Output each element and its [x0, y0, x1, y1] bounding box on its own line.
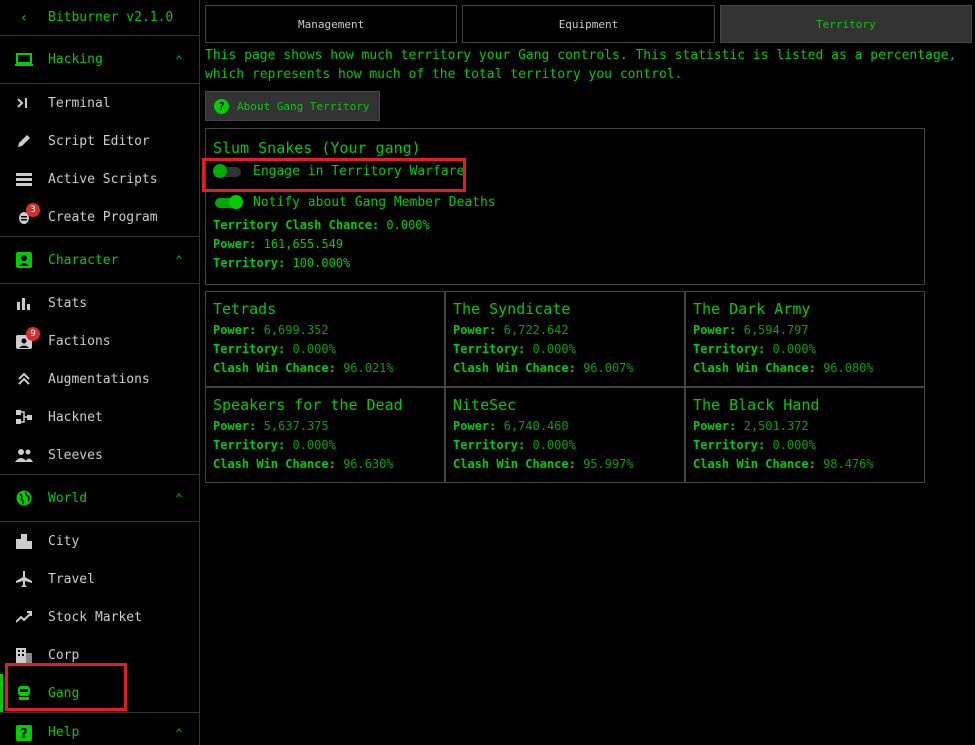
gang-power: 6,740.460 [503, 419, 569, 433]
list-icon [0, 172, 48, 186]
notification-badge: 9 [26, 327, 40, 341]
gang-clash: 96.630% [343, 457, 394, 471]
gang-name: Tetrads [213, 300, 277, 318]
pencil-icon [0, 133, 48, 149]
about-button-label: About Gang Territory [237, 99, 370, 113]
sidebar-item-sleeves[interactable]: Sleeves [0, 436, 199, 474]
sidebar-section-help[interactable]: ? Help ⌃ [0, 712, 199, 745]
airplane-icon [0, 571, 48, 587]
double-chevron-up-icon [0, 372, 48, 386]
own-power-value: 161,655.549 [263, 237, 344, 251]
gang-highlight-box [5, 663, 127, 711]
main-content: Management Equipment Territory This page… [202, 0, 975, 745]
own-gang-name: Slum Snakes (Your gang) [213, 139, 421, 157]
sidebar-item-city[interactable]: City [0, 522, 199, 560]
notification-badge: 3 [26, 203, 40, 217]
app-title: Bitburner v2.1.0 [48, 10, 174, 25]
notify-deaths-label: Notify about Gang Member Deaths [253, 194, 496, 210]
gang-power: 6,722.642 [503, 323, 569, 337]
about-gang-territory-button[interactable]: ? About Gang Territory [205, 91, 380, 121]
chevron-up-icon: ⌃ [175, 253, 183, 267]
sidebar-section-world[interactable]: World ⌃ [0, 474, 199, 522]
help-icon: ? [0, 724, 48, 741]
gang-name: The Dark Army [693, 300, 811, 318]
gang-name: Speakers for the Dead [213, 396, 403, 414]
gang-clash: 96.080% [823, 361, 874, 375]
gang-power: 5,637.375 [263, 419, 329, 433]
sidebar-item-terminal[interactable]: Terminal [0, 84, 199, 122]
gang-power: 2,501.372 [743, 419, 809, 433]
gang-card: The Dark Army Power: 6,594.797 Territory… [685, 291, 925, 387]
sidebar-header: ‹ Bitburner v2.1.0 [0, 0, 199, 36]
sidebar: ‹ Bitburner v2.1.0 Hacking ⌃ Terminal Sc… [0, 0, 200, 745]
clash-chance-value: 0.000% [386, 218, 430, 232]
gang-clash: 96.021% [343, 361, 394, 375]
sidebar-section-hacking[interactable]: Hacking ⌃ [0, 36, 199, 84]
sidebar-item-factions[interactable]: 9 Factions [0, 322, 199, 360]
account-box-icon [0, 252, 48, 268]
svg-text:?: ? [20, 727, 28, 741]
bug-icon: 3 [0, 203, 48, 225]
help-circle-icon: ? [214, 98, 229, 114]
gang-card: Tetrads Power: 6,699.352 Territory: 0.00… [205, 291, 445, 387]
gang-clash: 98.476% [823, 457, 874, 471]
rival-gangs-grid: Tetrads Power: 6,699.352 Territory: 0.00… [205, 291, 925, 483]
gang-territory: 0.000% [772, 342, 816, 356]
globe-icon [0, 490, 48, 506]
gang-name: The Black Hand [693, 396, 820, 414]
gang-power: 6,594.797 [743, 323, 809, 337]
own-territory-value: 100.000% [292, 256, 351, 270]
gang-card: NiteSec Power: 6,740.460 Territory: 0.00… [445, 387, 685, 483]
gang-territory: 0.000% [532, 342, 576, 356]
gang-territory: 0.000% [772, 438, 816, 452]
gang-name: The Syndicate [453, 300, 571, 318]
sidebar-item-hacknet[interactable]: Hacknet [0, 398, 199, 436]
collapse-sidebar-icon[interactable]: ‹ [0, 10, 48, 26]
terminal-icon [0, 97, 48, 109]
bar-chart-icon [0, 296, 48, 310]
chevron-up-icon: ⌃ [175, 52, 183, 67]
gang-card: Speakers for the Dead Power: 5,637.375 T… [205, 387, 445, 483]
sidebar-item-create-program[interactable]: 3 Create Program [0, 198, 199, 236]
sidebar-item-augmentations[interactable]: Augmentations [0, 360, 199, 398]
laptop-icon [0, 52, 48, 67]
sidebar-section-label: Hacking [48, 52, 103, 67]
territory-description: This page shows how much territory your … [205, 48, 957, 82]
contact-icon: 9 [0, 327, 48, 349]
sidebar-item-stats[interactable]: Stats [0, 284, 199, 322]
own-power-line: Power: 161,655.549 [213, 237, 344, 251]
gang-card: The Syndicate Power: 6,722.642 Territory… [445, 291, 685, 387]
gang-name: NiteSec [453, 396, 517, 414]
tab-bar: Management Equipment Territory [205, 5, 972, 43]
gang-clash: 95.997% [583, 457, 634, 471]
tab-equipment[interactable]: Equipment [462, 5, 715, 43]
people-icon [0, 448, 48, 462]
sidebar-item-active-scripts[interactable]: Active Scripts [0, 160, 199, 198]
clash-chance-line: Territory Clash Chance: 0.000% [213, 218, 430, 232]
gang-territory: 0.000% [532, 438, 576, 452]
city-icon [0, 533, 48, 549]
chevron-up-icon: ⌃ [175, 725, 183, 740]
notify-deaths-row: Notify about Gang Member Deaths [213, 188, 917, 216]
sidebar-item-travel[interactable]: Travel [0, 560, 199, 598]
network-icon [0, 409, 48, 425]
gang-territory: 0.000% [292, 342, 336, 356]
sidebar-section-character[interactable]: Character ⌃ [0, 236, 199, 284]
building-icon [0, 647, 48, 663]
chevron-up-icon: ⌃ [175, 491, 183, 505]
own-territory-line: Territory: 100.000% [213, 256, 351, 270]
sidebar-item-script-editor[interactable]: Script Editor [0, 122, 199, 160]
gang-clash: 96.007% [583, 361, 634, 375]
gang-territory: 0.000% [292, 438, 336, 452]
own-gang-panel: Slum Snakes (Your gang) Engage in Territ… [202, 128, 925, 285]
tab-territory[interactable]: Territory [719, 5, 972, 43]
gang-power: 6,699.352 [263, 323, 329, 337]
warfare-highlight-box [202, 158, 466, 192]
sidebar-item-stock-market[interactable]: Stock Market [0, 598, 199, 636]
tab-management[interactable]: Management [205, 5, 458, 43]
gang-card: The Black Hand Power: 2,501.372 Territor… [685, 387, 925, 483]
notify-deaths-toggle[interactable] [213, 195, 243, 209]
trending-up-icon [0, 611, 48, 623]
